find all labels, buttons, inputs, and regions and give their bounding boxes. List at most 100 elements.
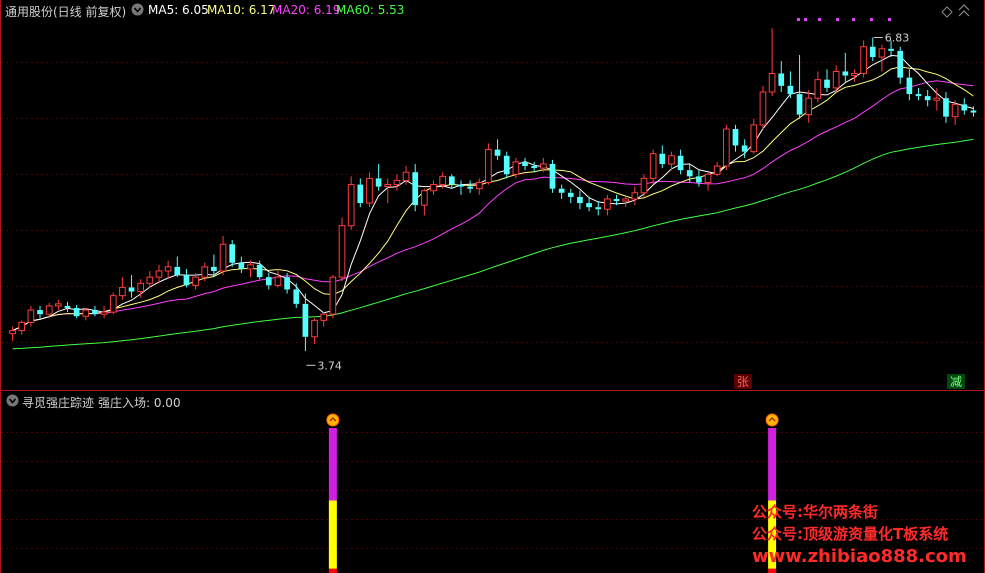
candle-body — [577, 196, 583, 204]
candle — [759, 85, 767, 130]
dot-marker — [888, 18, 891, 21]
candle-body — [366, 177, 373, 204]
candle-body — [531, 166, 538, 169]
candle-body — [375, 178, 382, 187]
candle-body — [842, 71, 849, 76]
candle-body — [284, 277, 290, 290]
candle-body — [759, 91, 767, 126]
dot-marker — [870, 18, 873, 21]
candle-body — [539, 163, 547, 169]
candle-body — [713, 165, 721, 175]
candle-body — [174, 266, 181, 276]
candle-body — [814, 79, 822, 99]
chevron-down-icon[interactable] — [6, 394, 19, 407]
candle-body — [128, 287, 135, 292]
candle-body — [402, 171, 410, 181]
candle-body — [961, 104, 968, 111]
chevron-down-icon[interactable] — [131, 3, 144, 16]
candle-body — [37, 310, 43, 315]
candle-body — [888, 48, 894, 51]
candle-body — [238, 262, 245, 269]
candle-body — [832, 70, 840, 89]
candle-body — [146, 276, 154, 284]
candle-body — [311, 319, 318, 338]
candle-body — [951, 103, 959, 118]
candle-body — [109, 295, 117, 313]
candle-body — [768, 72, 776, 93]
candle-body — [100, 311, 108, 315]
dot-marker — [797, 18, 800, 21]
signal-segment — [768, 428, 777, 501]
candle-body — [851, 72, 858, 77]
candle-body — [503, 155, 510, 175]
watermark-line3: www.zhibiao888.com — [752, 546, 967, 567]
candle-body — [229, 244, 236, 263]
candle-body — [640, 177, 648, 194]
candle-body — [448, 176, 455, 185]
candle-body — [82, 309, 90, 317]
candle-body — [485, 149, 492, 184]
candle-body — [677, 155, 684, 171]
candle — [549, 159, 556, 193]
candle-body — [824, 79, 830, 88]
candle-body — [915, 94, 922, 97]
candle-body — [357, 184, 364, 204]
candle-body — [421, 190, 428, 206]
candle — [338, 217, 346, 282]
candle-body — [897, 50, 904, 78]
candle-body — [155, 270, 163, 278]
indicator-value: 强庄入场: 0.00 — [98, 396, 181, 410]
header-dropdown[interactable] — [131, 3, 144, 19]
marker-label: 6.83 — [885, 31, 910, 44]
stock-title: 通用股份(日线 前复权) — [5, 5, 127, 19]
dot-marker — [836, 18, 839, 21]
candle-body — [796, 94, 803, 115]
candle-body — [686, 170, 693, 177]
candle-body — [558, 188, 565, 193]
candle-body — [696, 176, 702, 183]
stock-chart[interactable]: 6.83 3.74 张 减 — [0, 0, 985, 573]
candle-body — [604, 198, 611, 210]
indicator-dropdown[interactable] — [6, 394, 19, 410]
candle-body — [494, 149, 501, 156]
candle-body — [338, 225, 346, 278]
signal-segment — [768, 568, 777, 573]
candle-body — [347, 184, 355, 227]
candle-body — [293, 289, 300, 304]
marker-label: 3.74 — [317, 359, 342, 372]
candle-body — [164, 266, 172, 272]
candle-body — [412, 172, 419, 206]
candle-body — [595, 207, 602, 210]
candle — [109, 292, 117, 315]
candle-body — [137, 282, 145, 293]
candle-body — [906, 77, 913, 95]
candle-body — [45, 305, 53, 315]
ma10-label: MA10: 6.17 — [207, 3, 276, 17]
candle-body — [649, 153, 657, 179]
candle-body — [512, 161, 520, 175]
signal-face-icon — [765, 413, 779, 427]
jian-badge-text: 减 — [950, 375, 962, 389]
candle-body — [92, 310, 98, 315]
candle-body — [119, 286, 126, 297]
candle-body — [613, 198, 620, 202]
candle-body — [659, 153, 666, 164]
candle — [347, 176, 355, 230]
signal-segment — [328, 428, 337, 501]
candle-body — [219, 243, 227, 272]
dot-marker — [804, 18, 807, 21]
candle-body — [274, 276, 282, 286]
candle-body — [183, 275, 190, 286]
indicator-title: 寻觅强庄踪迹 — [22, 396, 95, 410]
candle-body — [201, 266, 209, 278]
candle-body — [750, 124, 758, 153]
candle — [485, 143, 492, 185]
candle-body — [320, 313, 328, 321]
zhang-badge-text: 张 — [737, 375, 749, 389]
candle-body — [778, 73, 785, 86]
candle-body — [302, 303, 309, 337]
candle — [723, 124, 730, 171]
candle-body — [18, 321, 26, 332]
candle-body — [668, 155, 675, 165]
watermark-line1: 公众号:华尔两条街 — [752, 503, 878, 521]
